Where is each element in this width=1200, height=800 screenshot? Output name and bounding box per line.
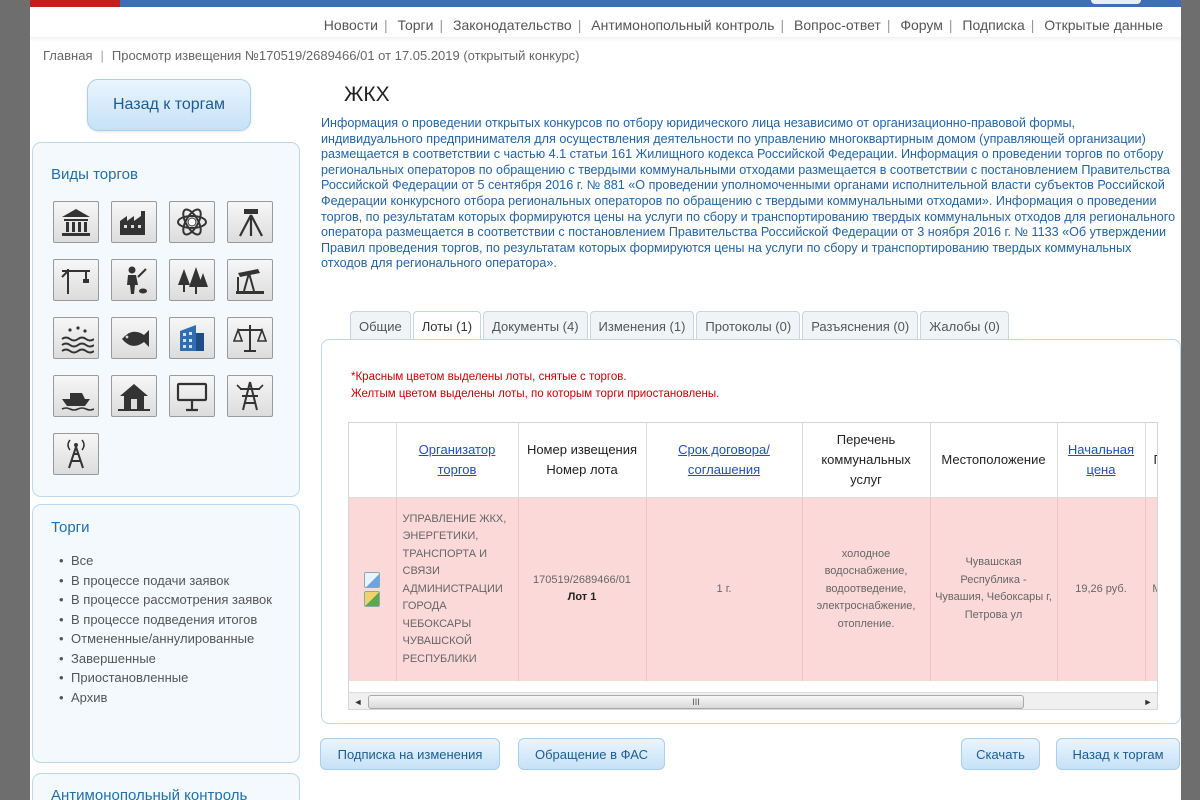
page-title: ЖКХ <box>344 83 390 106</box>
nav-subscription[interactable]: Подписка <box>962 17 1024 33</box>
breadcrumb: Главная | Просмотр извещения №170519/26894… <box>43 48 580 63</box>
torgi-filter-item[interactable]: Отмененные/аннулированные <box>59 629 279 649</box>
row-actions <box>349 497 397 681</box>
torgi-filter-item[interactable]: Завершенные <box>59 649 279 669</box>
torgi-filter-item[interactable]: В процессе рассмотрения заявок <box>59 590 279 610</box>
state-property-icon[interactable] <box>53 201 99 243</box>
column-header-location: Местоположение <box>930 423 1058 498</box>
house-icon[interactable] <box>111 375 157 417</box>
cell-organizer: УПРАВЛЕНИЕ ЖКХ, ЭНЕРГЕТИКИ, ТРАНСПОРТА И… <box>396 497 519 681</box>
billboard-icon[interactable] <box>169 375 215 417</box>
water-icon[interactable] <box>53 317 99 359</box>
nav-open-data[interactable]: Открытые данные <box>1044 17 1163 33</box>
construction-crane-icon[interactable] <box>53 259 99 301</box>
page: Новости | Торги | Законодательство | Антимо… <box>30 0 1181 800</box>
tab-documents[interactable]: Документы (4) <box>483 311 588 340</box>
torgi-filter-panel: Торги Все В процессе подачи заявок В про… <box>32 504 300 763</box>
torgi-filter-item[interactable]: Архив <box>59 688 279 708</box>
cell-services: холодное водоснабжение, водоотведение, э… <box>802 497 931 681</box>
geodesy-tripod-icon[interactable] <box>227 201 273 243</box>
radio-tower-icon[interactable] <box>53 433 99 475</box>
column-header-term[interactable]: Срок договора/соглашения <box>646 423 803 498</box>
back-to-torgi-bottom-button[interactable]: Назад к торгам <box>1056 738 1180 770</box>
site-header-banner <box>30 0 1181 7</box>
notice-number[interactable]: 170519/2689466/01 <box>533 574 631 586</box>
justice-scales-icon[interactable] <box>227 317 273 359</box>
lot-number: Лот 1 <box>567 591 597 604</box>
note-removed-lots: *Красным цветом выделены лоты, снятые с … <box>351 371 627 383</box>
cell-location: Чувашская Республика - Чувашия, Чебоксар… <box>930 497 1058 681</box>
torgi-filter-item[interactable]: Все <box>59 551 279 571</box>
tab-changes[interactable]: Изменения (1) <box>589 311 695 340</box>
column-header-organizer[interactable]: Организатор торгов <box>396 423 519 498</box>
atom-copyright-icon[interactable] <box>169 201 215 243</box>
breadcrumb-current: Просмотр извещения №170519/2689466/01 от… <box>111 48 580 63</box>
torgi-filter-title: Торги <box>51 519 90 536</box>
building-icon[interactable] <box>169 317 215 359</box>
nav-divider <box>30 37 1181 42</box>
cell-price: 19,26 руб. <box>1057 497 1146 681</box>
fishing-icon[interactable] <box>111 317 157 359</box>
torgi-filter-item[interactable]: Приостановленные <box>59 668 279 688</box>
lots-table-container: Организатор торгов Номер извещения Номер… <box>348 422 1158 710</box>
column-header-actions <box>349 423 397 498</box>
nav-faq[interactable]: Вопрос-ответ <box>794 17 881 33</box>
table-horizontal-scrollbar[interactable]: ◄ III ► <box>349 692 1157 709</box>
hunting-icon[interactable] <box>111 259 157 301</box>
torgi-filter-item[interactable]: В процессе подачи заявок <box>59 571 279 591</box>
torgi-filter-item[interactable]: В процессе подведения итогов <box>59 610 279 630</box>
view-lot-icon[interactable] <box>364 571 381 588</box>
scroll-right-icon[interactable]: ► <box>1141 695 1155 709</box>
torgi-filter-list: Все В процессе подачи заявок В процессе … <box>59 551 279 707</box>
torgi-types-title: Виды торгов <box>51 166 138 183</box>
subscribe-changes-button[interactable]: Подписка на изменения <box>320 738 500 770</box>
tab-general[interactable]: Общие <box>350 311 411 340</box>
cell-notice-number: 170519/2689466/01 Лот 1 <box>518 497 647 681</box>
column-header-notice-number: Номер извещения Номер лота <box>518 423 647 498</box>
tab-protocols[interactable]: Протоколы (0) <box>696 311 801 340</box>
antimonopoly-title: Антимонопольный контроль <box>51 787 248 800</box>
table-header-row: Организатор торгов Номер извещения Номер… <box>349 423 1157 498</box>
tab-lots[interactable]: Лоты (1) <box>412 311 482 341</box>
cell-term: 1 г. <box>646 497 803 681</box>
column-header-price[interactable]: Начальная цена <box>1057 423 1146 498</box>
note-suspended-lots: Желтым цветом выделены лоты, по которым … <box>351 388 720 400</box>
fas-appeal-button[interactable]: Обращение в ФАС <box>518 738 665 770</box>
info-text: Информация о проведении открытых конкурс… <box>321 116 1176 271</box>
nav-forum[interactable]: Форум <box>900 17 943 33</box>
back-to-torgi-button[interactable]: Назад к торгам <box>87 79 251 131</box>
cell-next: М <box>1145 497 1157 681</box>
notice-tabs: Общие Лоты (1) Документы (4) Изменения (… <box>350 311 1011 341</box>
scroll-left-icon[interactable]: ◄ <box>351 695 365 709</box>
tab-complaints[interactable]: Жалобы (0) <box>920 311 1009 340</box>
nav-torgi[interactable]: Торги <box>398 17 434 33</box>
lots-table: Организатор торгов Номер извещения Номер… <box>349 423 1157 681</box>
lot-map-icon[interactable] <box>364 590 381 607</box>
oil-pump-icon[interactable] <box>227 259 273 301</box>
nav-antimonopoly[interactable]: Антимонопольный контроль <box>591 17 774 33</box>
column-header-services: Перечень коммунальных услуг <box>802 423 931 498</box>
breadcrumb-home[interactable]: Главная <box>43 48 92 63</box>
forest-icon[interactable] <box>169 259 215 301</box>
nav-law[interactable]: Законодательство <box>453 17 572 33</box>
column-header-next: Г <box>1145 423 1157 498</box>
power-line-icon[interactable] <box>227 375 273 417</box>
table-row: УПРАВЛЕНИЕ ЖКХ, ЭНЕРГЕТИКИ, ТРАНСПОРТА И… <box>349 497 1157 681</box>
torgi-types-panel: Виды торгов <box>32 142 300 497</box>
tab-clarifications[interactable]: Разъяснения (0) <box>802 311 919 340</box>
boat-icon[interactable] <box>53 375 99 417</box>
antimonopoly-panel: Антимонопольный контроль <box>32 773 300 800</box>
download-button[interactable]: Скачать <box>961 738 1040 770</box>
nav-news[interactable]: Новости <box>324 17 378 33</box>
lots-tab-panel: *Красным цветом выделены лоты, снятые с … <box>321 339 1181 724</box>
factory-icon[interactable] <box>111 201 157 243</box>
top-navigation: Новости | Торги | Законодательство | Антимо… <box>323 17 1163 33</box>
scroll-thumb[interactable]: III <box>368 695 1024 709</box>
